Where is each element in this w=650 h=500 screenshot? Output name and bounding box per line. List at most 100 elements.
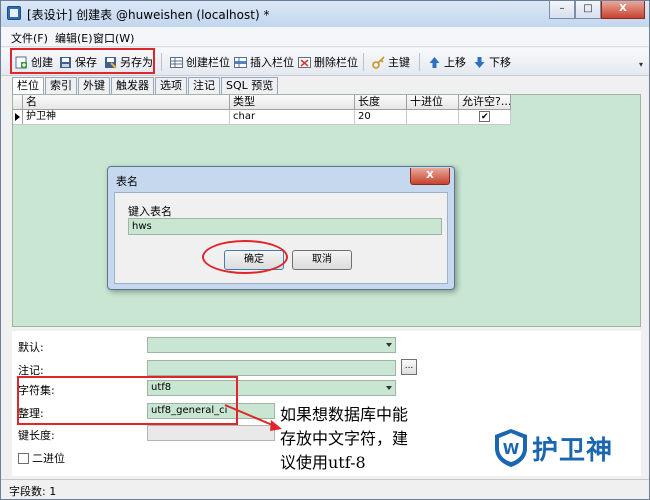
tab-indexes[interactable]: 索引 (45, 77, 77, 94)
primary-key-button[interactable]: 主键 (372, 54, 410, 70)
save-button[interactable]: 保存 (59, 54, 97, 70)
arrow-down-icon (473, 56, 486, 69)
key-length-field[interactable] (147, 425, 275, 441)
cell-type[interactable]: char (230, 110, 355, 124)
new-icon (15, 56, 28, 69)
app-icon (7, 6, 21, 20)
tab-comment[interactable]: 注记 (188, 77, 220, 94)
primary-key-label: 主键 (388, 56, 410, 69)
dropdown-arrow-icon (386, 386, 392, 390)
grid-header: 名 类型 长度 十进位 允许空?... (13, 95, 511, 110)
shield-logo-icon: W (495, 429, 527, 467)
binary-option[interactable]: 二进位 (18, 450, 65, 466)
move-up-label: 上移 (444, 56, 466, 69)
key-length-label: 键长度: (18, 429, 55, 442)
tab-fields[interactable]: 栏位 (12, 77, 44, 95)
dialog-body: 键入表名 hws 确定 取消 (114, 192, 448, 284)
header-indicator (13, 95, 23, 110)
dialog-close-button[interactable]: X (410, 168, 450, 185)
save-icon (59, 56, 72, 69)
create-field-button[interactable]: 创建栏位 (170, 54, 230, 70)
create-field-label: 创建栏位 (186, 56, 230, 69)
tab-triggers[interactable]: 触发器 (111, 77, 154, 94)
tab-strip: 栏位 索引 外键 触发器 选项 注记 SQL 预览 (12, 77, 279, 95)
ok-button[interactable]: 确定 (224, 250, 284, 270)
delete-field-button[interactable]: 删除栏位 (298, 54, 358, 70)
charset-select[interactable]: utf8 (147, 380, 396, 396)
brand-watermark: W 护卫神 (493, 428, 613, 468)
create-button[interactable]: 创建 (15, 54, 53, 70)
minimize-button[interactable]: – (549, 1, 575, 19)
collation-label: 整理: (18, 407, 44, 420)
menu-bar: 文件(F) 编辑(E) 窗口(W) (1, 27, 649, 47)
header-name[interactable]: 名 (23, 95, 230, 110)
toolbar-separator (161, 53, 162, 71)
default-select[interactable] (147, 337, 396, 353)
tab-sql-preview[interactable]: SQL 预览 (221, 77, 279, 94)
maximize-button[interactable]: □ (575, 1, 601, 19)
save-as-icon (104, 56, 117, 69)
brand-name: 护卫神 (532, 435, 614, 466)
comment-field[interactable] (147, 360, 396, 376)
tab-foreign-keys[interactable]: 外键 (78, 77, 110, 94)
insert-field-label: 插入栏位 (250, 56, 294, 69)
charset-label: 字符集: (18, 384, 55, 397)
grid-delete-icon (298, 56, 311, 69)
comment-label: 注记: (18, 364, 44, 377)
key-icon (372, 55, 385, 69)
binary-label: 二进位 (32, 452, 65, 465)
cell-allow-null (459, 110, 511, 124)
toolbar: 创建 保存 另存为 创建栏位 插入栏位 删除栏位 主键 上移 下移 ▾ (1, 48, 649, 76)
table-row[interactable]: 护卫神 char 20 (13, 110, 511, 125)
create-label: 创建 (31, 56, 53, 69)
header-allow-null[interactable]: 允许空?... (459, 95, 511, 110)
header-length[interactable]: 长度 (355, 95, 407, 110)
status-bar: 字段数: 1 (1, 479, 649, 499)
collation-value: utf8_general_ci (151, 405, 228, 416)
toolbar-overflow-icon[interactable]: ▾ (639, 60, 643, 69)
cell-length[interactable]: 20 (355, 110, 407, 124)
save-label: 保存 (75, 56, 97, 69)
toolbar-separator (363, 53, 364, 71)
collation-select[interactable]: utf8_general_ci (147, 403, 275, 419)
dropdown-arrow-icon (386, 343, 392, 347)
table-designer-window: [表设计] 创建表 @huweishen (localhost) * – □ X… (0, 0, 650, 500)
dialog-title: 表名 (116, 175, 138, 188)
field-count: 字段数: 1 (9, 485, 57, 498)
insert-field-button[interactable]: 插入栏位 (234, 54, 294, 70)
cancel-button[interactable]: 取消 (292, 250, 352, 270)
window-controls: – □ X (549, 1, 645, 21)
logo-letter: W (503, 440, 520, 458)
move-up-button[interactable]: 上移 (428, 54, 466, 70)
header-decimals[interactable]: 十进位 (407, 95, 459, 110)
menu-file[interactable]: 文件(F) (11, 30, 48, 46)
close-button[interactable]: X (601, 1, 645, 19)
annotation-line: 议使用utf-8 (280, 453, 366, 472)
annotation-line: 如果想数据库中能 (280, 405, 409, 424)
save-as-label: 另存为 (120, 56, 153, 69)
comment-edit-button[interactable]: ... (401, 359, 417, 375)
menu-edit[interactable]: 编辑(E) (55, 30, 93, 46)
charset-value: utf8 (151, 382, 172, 393)
move-down-label: 下移 (489, 56, 511, 69)
arrow-up-icon (428, 56, 441, 69)
tab-options[interactable]: 选项 (155, 77, 187, 94)
row-indicator-icon (13, 110, 23, 124)
save-as-button[interactable]: 另存为 (104, 54, 153, 70)
annotation-line: 存放中文字符，建 (280, 429, 409, 448)
cell-name[interactable]: 护卫神 (23, 110, 230, 124)
menu-window[interactable]: 窗口(W) (93, 30, 134, 46)
table-name-label: 键入表名 (128, 205, 172, 218)
header-type[interactable]: 类型 (230, 95, 355, 110)
annotation-text: 如果想数据库中能 存放中文字符，建 议使用utf-8 (280, 403, 440, 475)
window-title: [表设计] 创建表 @huweishen (localhost) * (27, 8, 270, 22)
allow-null-checkbox[interactable] (479, 110, 490, 124)
grid-add-icon (170, 56, 183, 69)
move-down-button[interactable]: 下移 (473, 54, 511, 70)
delete-field-label: 删除栏位 (314, 56, 358, 69)
table-name-dialog: 表名 X 键入表名 hws 确定 取消 (107, 166, 455, 290)
table-name-input[interactable]: hws (128, 218, 442, 235)
binary-checkbox[interactable] (18, 452, 29, 464)
default-label: 默认: (18, 341, 44, 354)
cell-decimals[interactable] (407, 110, 459, 124)
